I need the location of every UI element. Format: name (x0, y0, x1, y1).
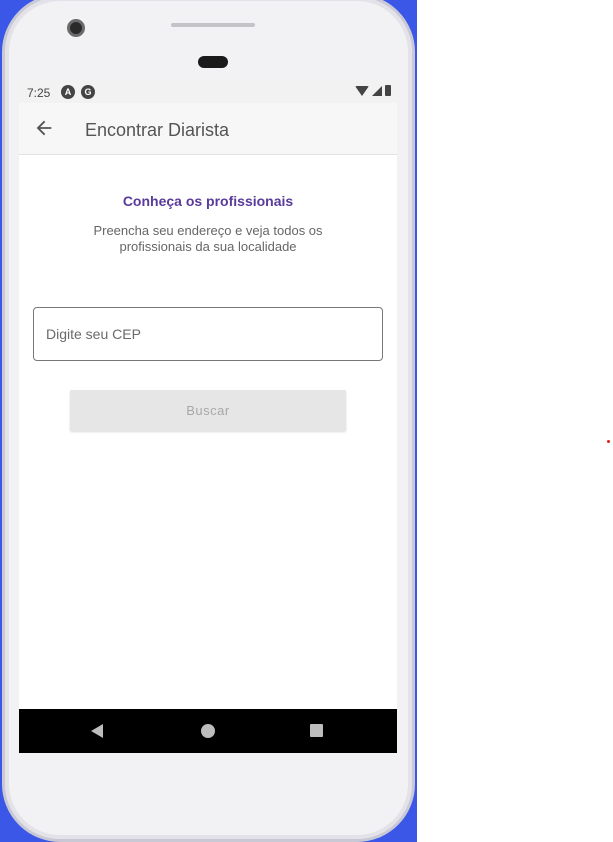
battery-icon (385, 85, 391, 96)
status-bar: 7:25 A G (19, 81, 397, 103)
stage: 7:25 A G Encontrar Diarista Conheça os p… (0, 0, 613, 842)
camera-icon (67, 19, 85, 37)
status-indicators (355, 85, 391, 96)
back-arrow-icon[interactable] (33, 117, 55, 139)
cursor-dot (607, 440, 610, 443)
page-title: Encontrar Diarista (85, 120, 230, 140)
notification-a-icon: A (61, 85, 75, 99)
status-time: 7:25 (27, 86, 51, 100)
nav-home-icon[interactable] (201, 724, 215, 738)
nav-recents-icon[interactable] (310, 724, 323, 737)
nav-back-icon[interactable] (91, 724, 103, 738)
search-button[interactable]: Buscar (70, 390, 346, 431)
speaker-grille (171, 23, 255, 27)
section-subtitle: Preencha seu endereço e veja todos os pr… (93, 223, 323, 254)
notification-g-icon: G (81, 85, 95, 99)
android-nav-bar (19, 709, 397, 753)
section-heading: Conheça os profissionais (122, 193, 294, 209)
wifi-icon (355, 85, 369, 96)
cep-input[interactable] (33, 307, 383, 361)
proximity-sensor (198, 56, 228, 68)
app-bar: Encontrar Diarista (19, 103, 397, 155)
signal-icon (372, 85, 382, 96)
device-screen: 7:25 A G Encontrar Diarista Conheça os p… (19, 81, 397, 753)
